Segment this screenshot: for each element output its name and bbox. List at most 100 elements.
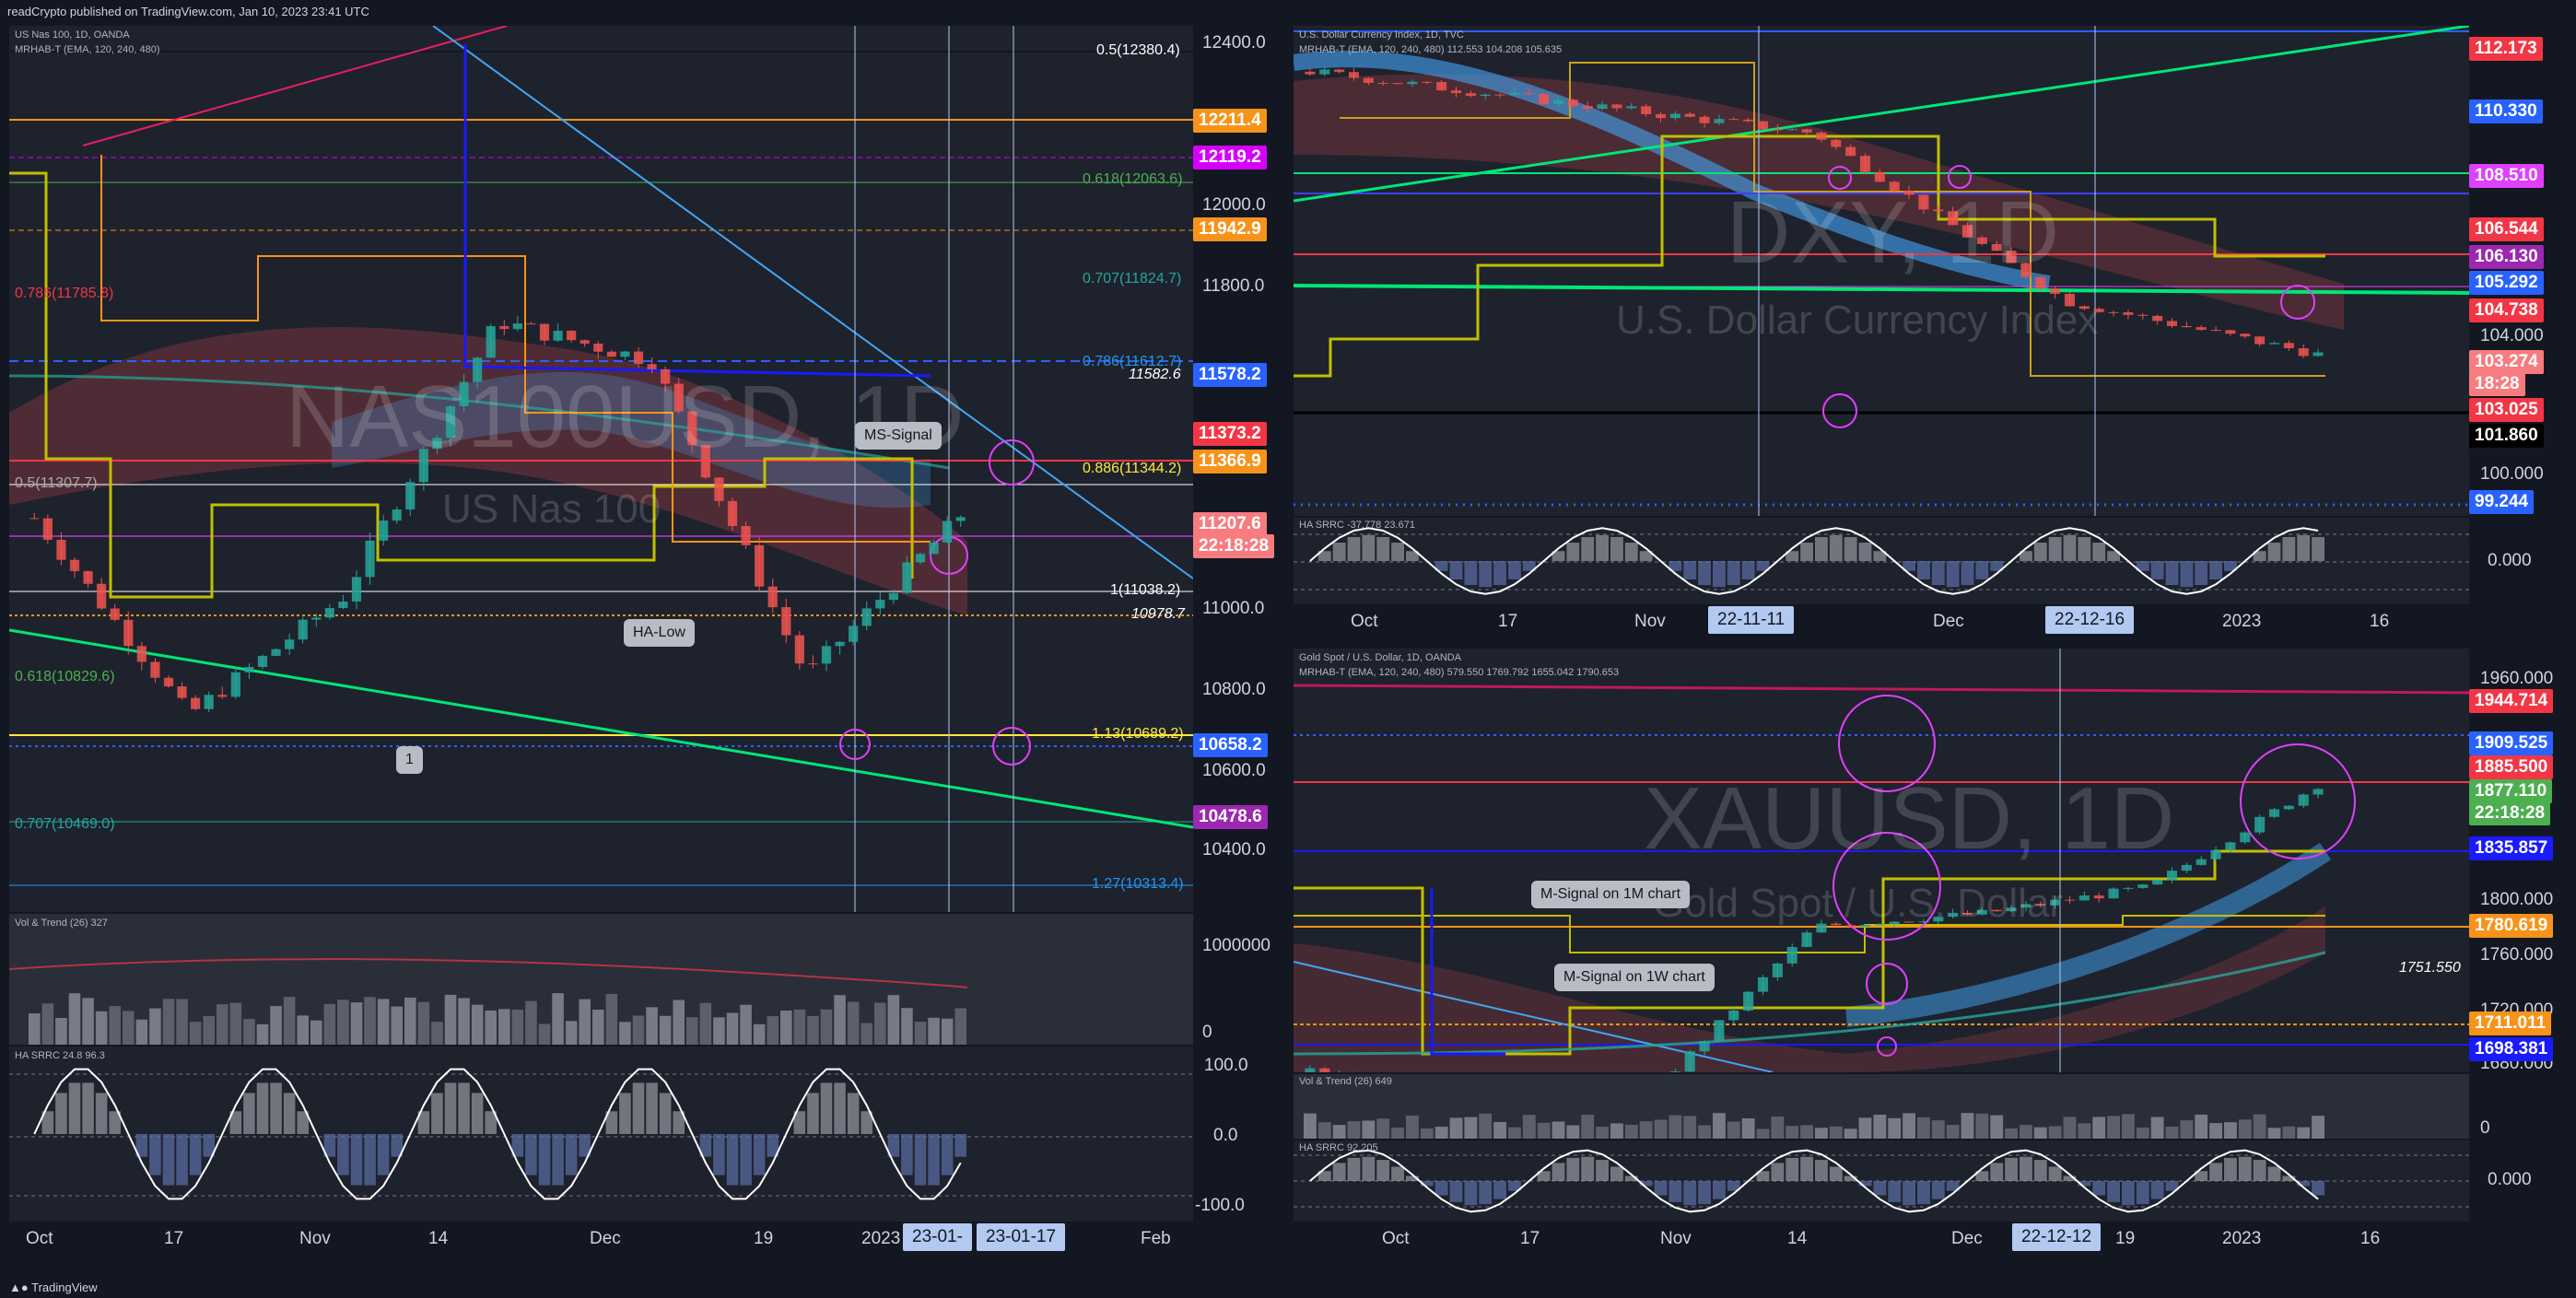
nas-oscillator-pane[interactable]: HA SRRC 24.8 96.3 xyxy=(9,1047,1193,1222)
osc-bar xyxy=(1596,1160,1609,1181)
candle-body xyxy=(1597,104,1608,110)
footer-brand[interactable]: ▲● TradingView xyxy=(0,1278,2576,1298)
osc-bar xyxy=(364,1134,376,1186)
fib-label: 0.886(11344.2) xyxy=(1083,461,1182,476)
volume-bar xyxy=(323,1003,336,1045)
volume-bar xyxy=(1362,1120,1376,1139)
volume-bar xyxy=(1332,1125,1346,1139)
nas-ytick: 11800.0 xyxy=(1202,276,1265,296)
gold-ytick: 1800.000 xyxy=(2480,890,2554,909)
candle-body xyxy=(1801,129,1812,133)
gold-time-axis[interactable]: Oct 17 Nov 14 Dec 19 2023 16 22-12-12 xyxy=(1294,1222,2576,1258)
candle-body xyxy=(1377,83,1388,85)
nas-ytick: 10800.0 xyxy=(1202,680,1266,699)
candle-body xyxy=(191,697,201,709)
candle-body xyxy=(2210,849,2221,859)
nas-volume-bars xyxy=(29,993,966,1045)
osc-bar xyxy=(820,1082,833,1134)
osc-bar xyxy=(1464,561,1478,586)
gold-oscillator-pane[interactable]: HA SRRC 92.205 xyxy=(1294,1140,2469,1222)
osc-bar xyxy=(1581,1156,1595,1181)
volume-bar xyxy=(256,1023,269,1045)
volume-bar xyxy=(699,1002,712,1045)
candle-body xyxy=(875,600,885,609)
candle-body xyxy=(1714,119,1725,123)
osc-bar xyxy=(2253,1160,2266,1181)
osc-bar xyxy=(2078,536,2091,561)
nas-xtick: Feb xyxy=(1141,1229,1171,1248)
candle-body xyxy=(1626,106,1637,109)
fib-label: 10978.7 xyxy=(1131,606,1185,622)
nas-volume-pane[interactable]: Vol & Trend (26) 327 xyxy=(9,914,1193,1045)
candle-body xyxy=(1816,132,1827,140)
candle-body xyxy=(1699,1041,1710,1052)
candle-body xyxy=(1655,113,1667,119)
osc-bar xyxy=(2195,561,2208,586)
dxy-price-label: 103.274 xyxy=(2469,350,2544,374)
nas-price-label: 12119.2 xyxy=(1193,146,1267,170)
volume-bar xyxy=(2107,1116,2120,1139)
osc-bar xyxy=(1873,1181,1887,1196)
volume-bar xyxy=(485,1010,497,1045)
osc-bar xyxy=(1800,1156,1813,1181)
candle-body xyxy=(257,655,268,668)
dxy-price-axis[interactable]: 104.000 100.000 112.173 110.330 108.510 … xyxy=(2469,26,2576,516)
volume-bar xyxy=(780,1011,792,1045)
candle-body xyxy=(1450,90,1462,94)
nas-xtick: Oct xyxy=(26,1229,53,1248)
candle-body xyxy=(177,686,187,698)
dxy-main-chart[interactable]: U.S. Dollar Currency Index, 1D, TVC MRHA… xyxy=(1294,26,2469,516)
volume-bar xyxy=(1434,1127,1448,1139)
osc-bar xyxy=(807,1093,819,1134)
candle-body xyxy=(1539,94,1550,105)
osc-bar xyxy=(646,1082,658,1134)
volume-bar xyxy=(2005,1128,2018,1139)
osc-bar xyxy=(1434,1181,1448,1196)
volume-bar xyxy=(2165,1126,2179,1139)
publisher-line: readCrypto published on TradingView.com,… xyxy=(0,0,2576,24)
dxy-oscillator-pane[interactable]: HA SRRC -37.778 23.671 xyxy=(1294,518,2469,604)
dxy-osc-axis: 0.000 xyxy=(2469,518,2576,604)
volume-bar xyxy=(525,1000,537,1045)
gold-volume-pane[interactable]: Vol & Trend (26) 649 xyxy=(1294,1074,2469,1139)
nas-xtick: 19 xyxy=(754,1229,774,1248)
nas-price-axis[interactable]: 12400.0 12000.0 11800.0 11000.0 10800.0 … xyxy=(1193,26,1285,912)
osc-bar xyxy=(1669,1181,1682,1202)
nas-main-chart[interactable]: US Nas 100, 1D, OANDA MRHAB-T (EMA, 120,… xyxy=(9,26,1193,912)
dxy-time-axis[interactable]: Oct 17 Nov Dec 2023 16 22-11-11 22-12-16 xyxy=(1294,604,2576,641)
volume-bar xyxy=(1537,1122,1551,1139)
candle-body xyxy=(2078,895,2090,901)
gold-main-chart[interactable]: Gold Spot / U.S. Dollar, 1D, OANDA MRHAB… xyxy=(1294,649,2469,1072)
nas-vol-tick: 0 xyxy=(1202,1023,1212,1042)
dxy-xtick: Oct xyxy=(1351,612,1378,631)
nas-price-label: 12211.4 xyxy=(1193,109,1267,133)
candle-body xyxy=(392,509,402,521)
volume-bar xyxy=(1873,1114,1887,1139)
nas-price-label: 11578.2 xyxy=(1193,363,1267,387)
candle-body xyxy=(1422,81,1433,83)
osc-bar xyxy=(632,1082,645,1134)
nas-ytick: 12000.0 xyxy=(1202,195,1266,215)
volume-bar xyxy=(605,993,618,1045)
dxy-price-label: 18:28 xyxy=(2469,372,2525,396)
candle-body xyxy=(1728,1010,1739,1021)
volume-bar xyxy=(1786,1126,1799,1139)
osc-bar xyxy=(2180,561,2194,588)
gold-price-label: 1877.110 xyxy=(2469,779,2553,803)
fib-label: 0.618(12063.6) xyxy=(1083,171,1183,187)
dxy-osc-bars xyxy=(1317,534,2324,588)
nas-vol-tick: 1000000 xyxy=(1202,936,1270,955)
nas-time-axis[interactable]: Oct 17 Nov 14 Dec 19 2023 Feb 23-01- 23-… xyxy=(9,1222,1285,1258)
candle-body xyxy=(1743,119,1754,122)
gold-osc-svg xyxy=(1294,1149,2469,1213)
volume-bar xyxy=(82,998,94,1045)
nas-watermark-symbol: NAS100USD, 1D xyxy=(286,368,965,466)
candle-body xyxy=(620,351,630,357)
candle-body xyxy=(379,520,389,541)
osc-bar xyxy=(2048,1166,2062,1181)
nas-xtick: 2023 xyxy=(861,1229,901,1248)
gold-xtick: Nov xyxy=(1660,1229,1692,1248)
volume-bar xyxy=(364,997,376,1045)
gold-price-axis[interactable]: 1960.000 1800.000 1760.000 1720.000 1680… xyxy=(2469,649,2576,1073)
gold-xtick: Oct xyxy=(1382,1229,1410,1248)
